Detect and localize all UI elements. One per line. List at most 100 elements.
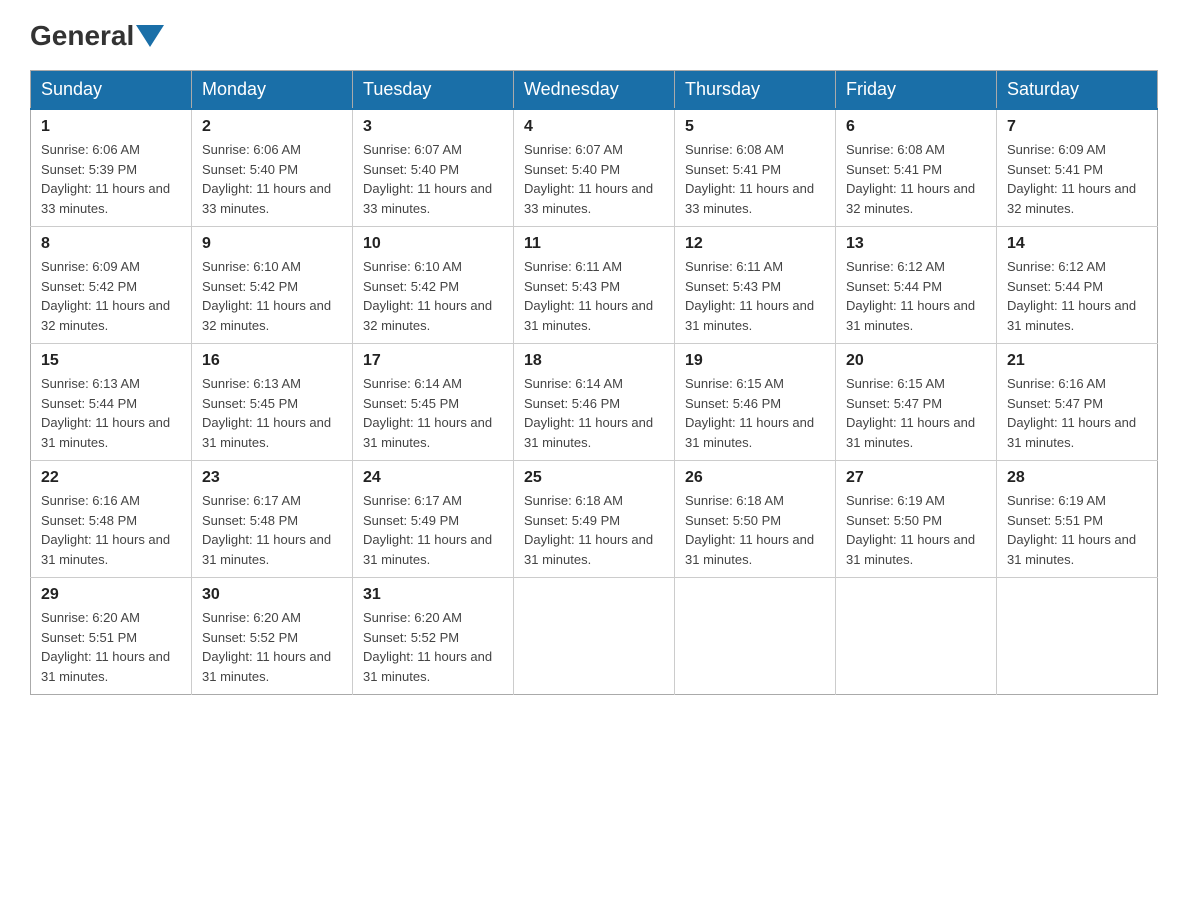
- day-number: 13: [846, 235, 986, 253]
- day-info: Sunrise: 6:18 AMSunset: 5:49 PMDaylight:…: [524, 491, 664, 569]
- calendar-cell: 29 Sunrise: 6:20 AMSunset: 5:51 PMDayligh…: [31, 578, 192, 695]
- calendar-cell: 12 Sunrise: 6:11 AMSunset: 5:43 PMDayligh…: [675, 227, 836, 344]
- day-info: Sunrise: 6:10 AMSunset: 5:42 PMDaylight:…: [363, 257, 503, 335]
- day-number: 1: [41, 118, 181, 136]
- calendar-cell: 23 Sunrise: 6:17 AMSunset: 5:48 PMDayligh…: [192, 461, 353, 578]
- day-info: Sunrise: 6:15 AMSunset: 5:47 PMDaylight:…: [846, 374, 986, 452]
- weekday-header-tuesday: Tuesday: [353, 71, 514, 110]
- day-info: Sunrise: 6:16 AMSunset: 5:47 PMDaylight:…: [1007, 374, 1147, 452]
- day-number: 21: [1007, 352, 1147, 370]
- day-info: Sunrise: 6:17 AMSunset: 5:48 PMDaylight:…: [202, 491, 342, 569]
- day-info: Sunrise: 6:12 AMSunset: 5:44 PMDaylight:…: [846, 257, 986, 335]
- calendar-cell: 31 Sunrise: 6:20 AMSunset: 5:52 PMDayligh…: [353, 578, 514, 695]
- calendar-cell: 20Sunrise: 6:15 AMSunset: 5:47 PMDayligh…: [836, 344, 997, 461]
- day-number: 30: [202, 586, 342, 604]
- day-info: Sunrise: 6:06 AMSunset: 5:40 PMDaylight:…: [202, 140, 342, 218]
- weekday-header-monday: Monday: [192, 71, 353, 110]
- day-info: Sunrise: 6:11 AMSunset: 5:43 PMDaylight:…: [685, 257, 825, 335]
- day-number: 18: [524, 352, 664, 370]
- calendar-cell: 4 Sunrise: 6:07 AMSunset: 5:40 PMDaylight…: [514, 109, 675, 227]
- day-info: Sunrise: 6:09 AMSunset: 5:41 PMDaylight:…: [1007, 140, 1147, 218]
- calendar-cell: 6 Sunrise: 6:08 AMSunset: 5:41 PMDaylight…: [836, 109, 997, 227]
- calendar-table: SundayMondayTuesdayWednesdayThursdayFrid…: [30, 70, 1158, 695]
- day-number: 9: [202, 235, 342, 253]
- calendar-cell: 25 Sunrise: 6:18 AMSunset: 5:49 PMDayligh…: [514, 461, 675, 578]
- logo-general-text: General: [30, 20, 134, 52]
- day-info: Sunrise: 6:20 AMSunset: 5:52 PMDaylight:…: [202, 608, 342, 686]
- day-number: 10: [363, 235, 503, 253]
- day-info: Sunrise: 6:20 AMSunset: 5:51 PMDaylight:…: [41, 608, 181, 686]
- calendar-cell: 5 Sunrise: 6:08 AMSunset: 5:41 PMDaylight…: [675, 109, 836, 227]
- day-info: Sunrise: 6:08 AMSunset: 5:41 PMDaylight:…: [846, 140, 986, 218]
- weekday-header-saturday: Saturday: [997, 71, 1158, 110]
- calendar-cell: 2Sunrise: 6:06 AMSunset: 5:40 PMDaylight…: [192, 109, 353, 227]
- calendar-cell: 24Sunrise: 6:17 AMSunset: 5:49 PMDayligh…: [353, 461, 514, 578]
- day-number: 4: [524, 118, 664, 136]
- day-info: Sunrise: 6:14 AMSunset: 5:46 PMDaylight:…: [524, 374, 664, 452]
- day-info: Sunrise: 6:20 AMSunset: 5:52 PMDaylight:…: [363, 608, 503, 686]
- weekday-header-thursday: Thursday: [675, 71, 836, 110]
- calendar-cell: 14 Sunrise: 6:12 AMSunset: 5:44 PMDayligh…: [997, 227, 1158, 344]
- calendar-week-row: 15Sunrise: 6:13 AMSunset: 5:44 PMDayligh…: [31, 344, 1158, 461]
- day-info: Sunrise: 6:13 AMSunset: 5:44 PMDaylight:…: [41, 374, 181, 452]
- day-info: Sunrise: 6:07 AMSunset: 5:40 PMDaylight:…: [363, 140, 503, 218]
- calendar-week-row: 8Sunrise: 6:09 AMSunset: 5:42 PMDaylight…: [31, 227, 1158, 344]
- day-number: 31: [363, 586, 503, 604]
- calendar-cell: 28 Sunrise: 6:19 AMSunset: 5:51 PMDayligh…: [997, 461, 1158, 578]
- day-number: 23: [202, 469, 342, 487]
- calendar-cell: 3 Sunrise: 6:07 AMSunset: 5:40 PMDaylight…: [353, 109, 514, 227]
- day-info: Sunrise: 6:12 AMSunset: 5:44 PMDaylight:…: [1007, 257, 1147, 335]
- calendar-cell: 8Sunrise: 6:09 AMSunset: 5:42 PMDaylight…: [31, 227, 192, 344]
- day-info: Sunrise: 6:19 AMSunset: 5:50 PMDaylight:…: [846, 491, 986, 569]
- calendar-cell: 9 Sunrise: 6:10 AMSunset: 5:42 PMDaylight…: [192, 227, 353, 344]
- weekday-header-friday: Friday: [836, 71, 997, 110]
- day-number: 6: [846, 118, 986, 136]
- day-number: 5: [685, 118, 825, 136]
- calendar-week-row: 29 Sunrise: 6:20 AMSunset: 5:51 PMDayligh…: [31, 578, 1158, 695]
- weekday-header-wednesday: Wednesday: [514, 71, 675, 110]
- day-number: 3: [363, 118, 503, 136]
- day-number: 17: [363, 352, 503, 370]
- calendar-cell: 17 Sunrise: 6:14 AMSunset: 5:45 PMDayligh…: [353, 344, 514, 461]
- calendar-cell: 7 Sunrise: 6:09 AMSunset: 5:41 PMDaylight…: [997, 109, 1158, 227]
- day-info: Sunrise: 6:18 AMSunset: 5:50 PMDaylight:…: [685, 491, 825, 569]
- day-number: 12: [685, 235, 825, 253]
- calendar-cell: 16 Sunrise: 6:13 AMSunset: 5:45 PMDayligh…: [192, 344, 353, 461]
- calendar-cell: 11 Sunrise: 6:11 AMSunset: 5:43 PMDayligh…: [514, 227, 675, 344]
- calendar-cell: 21 Sunrise: 6:16 AMSunset: 5:47 PMDayligh…: [997, 344, 1158, 461]
- day-info: Sunrise: 6:19 AMSunset: 5:51 PMDaylight:…: [1007, 491, 1147, 569]
- day-number: 16: [202, 352, 342, 370]
- day-number: 14: [1007, 235, 1147, 253]
- logo-triangle-icon: [136, 25, 164, 47]
- calendar-cell: 1 Sunrise: 6:06 AMSunset: 5:39 PMDaylight…: [31, 109, 192, 227]
- calendar-cell: [997, 578, 1158, 695]
- calendar-cell: 13 Sunrise: 6:12 AMSunset: 5:44 PMDayligh…: [836, 227, 997, 344]
- day-info: Sunrise: 6:06 AMSunset: 5:39 PMDaylight:…: [41, 140, 181, 218]
- day-number: 28: [1007, 469, 1147, 487]
- day-info: Sunrise: 6:15 AMSunset: 5:46 PMDaylight:…: [685, 374, 825, 452]
- day-info: Sunrise: 6:13 AMSunset: 5:45 PMDaylight:…: [202, 374, 342, 452]
- day-info: Sunrise: 6:08 AMSunset: 5:41 PMDaylight:…: [685, 140, 825, 218]
- day-number: 11: [524, 235, 664, 253]
- calendar-cell: 30 Sunrise: 6:20 AMSunset: 5:52 PMDayligh…: [192, 578, 353, 695]
- day-info: Sunrise: 6:07 AMSunset: 5:40 PMDaylight:…: [524, 140, 664, 218]
- day-number: 22: [41, 469, 181, 487]
- calendar-cell: 19 Sunrise: 6:15 AMSunset: 5:46 PMDayligh…: [675, 344, 836, 461]
- calendar-cell: [836, 578, 997, 695]
- day-number: 19: [685, 352, 825, 370]
- weekday-header-sunday: Sunday: [31, 71, 192, 110]
- day-info: Sunrise: 6:14 AMSunset: 5:45 PMDaylight:…: [363, 374, 503, 452]
- day-info: Sunrise: 6:10 AMSunset: 5:42 PMDaylight:…: [202, 257, 342, 335]
- calendar-week-row: 1 Sunrise: 6:06 AMSunset: 5:39 PMDaylight…: [31, 109, 1158, 227]
- day-number: 29: [41, 586, 181, 604]
- day-number: 25: [524, 469, 664, 487]
- calendar-cell: [514, 578, 675, 695]
- day-info: Sunrise: 6:11 AMSunset: 5:43 PMDaylight:…: [524, 257, 664, 335]
- page-header: General: [30, 20, 1158, 52]
- day-number: 7: [1007, 118, 1147, 136]
- calendar-cell: [675, 578, 836, 695]
- weekday-header-row: SundayMondayTuesdayWednesdayThursdayFrid…: [31, 71, 1158, 110]
- calendar-cell: 22Sunrise: 6:16 AMSunset: 5:48 PMDayligh…: [31, 461, 192, 578]
- day-number: 8: [41, 235, 181, 253]
- day-number: 24: [363, 469, 503, 487]
